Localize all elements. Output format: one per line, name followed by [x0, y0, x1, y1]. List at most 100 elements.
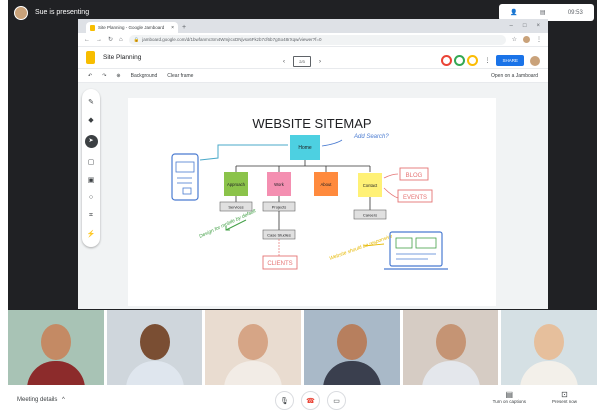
shared-browser-window: Site Planning - Google Jamboard × + – □ …	[78, 19, 548, 309]
participant-tile[interactable]	[8, 310, 104, 385]
more-options-icon[interactable]: ⋮	[484, 57, 490, 64]
new-tab-button[interactable]: +	[182, 23, 186, 33]
window-controls: – □ ×	[510, 23, 548, 29]
tab-bar: Site Planning - Google Jamboard × + – □ …	[78, 19, 548, 33]
next-frame-icon[interactable]: ›	[319, 59, 321, 65]
presenting-text: Sue is presenting	[35, 9, 90, 16]
camera-icon[interactable]: ▭	[327, 391, 346, 410]
clock-time: 09:53	[567, 9, 583, 16]
present-now-label: Present now	[551, 399, 577, 404]
left-margin	[0, 0, 8, 385]
participant-face	[40, 324, 71, 360]
work-label: Work	[274, 182, 285, 187]
people-icon[interactable]: 👤	[510, 9, 517, 16]
select-tool-icon[interactable]: ➤	[84, 134, 98, 148]
collaborator-avatar	[441, 55, 453, 66]
tool-palette: ✎ ◆ ➤ ▢ ▣ ○ ⌗ ⚡	[82, 89, 100, 247]
chevron-up-icon: ^	[62, 396, 65, 403]
back-icon[interactable]: ←	[84, 37, 90, 43]
responsive-note: Website should be responsive	[329, 233, 394, 261]
case-studies-label: Case Studies	[267, 233, 291, 238]
forward-icon[interactable]: →	[96, 37, 102, 43]
sitemap-board[interactable]: WEBSITE SITEMAP Home Add Search? Approac…	[128, 98, 496, 306]
projects-label: Projects	[272, 205, 286, 210]
about-label: About	[321, 182, 333, 187]
services-label: Services	[228, 205, 243, 210]
participant-tiles	[8, 310, 597, 385]
home-icon[interactable]: ⌂	[119, 37, 123, 43]
prev-frame-icon[interactable]: ‹	[283, 59, 285, 65]
jam-title[interactable]: Site Planning	[103, 54, 141, 61]
presenter-avatar	[14, 5, 28, 20]
background-button[interactable]: Background	[131, 73, 158, 79]
participant-face	[238, 324, 269, 360]
pen-tool-icon[interactable]: ✎	[88, 98, 94, 106]
laser-tool-icon[interactable]: ⚡	[87, 230, 96, 238]
end-call-icon[interactable]: ☎	[301, 391, 320, 410]
frame-navigator: ‹ 2/3 ›	[283, 56, 321, 67]
sticky-note-tool-icon[interactable]: ▢	[88, 158, 95, 166]
chat-icon[interactable]: ▤	[540, 9, 546, 16]
mobile-arrow	[199, 144, 288, 161]
meeting-control-bar: Meeting details ^ 🎙 ☎ ▭ ▤ Turn on captio…	[0, 385, 597, 414]
jamboard-header-actions: ⋮ SHARE	[441, 55, 540, 66]
reload-icon[interactable]: ↻	[108, 36, 113, 43]
open-on-jamboard-button[interactable]: Open on a Jamboard	[491, 73, 538, 79]
share-button[interactable]: SHARE	[496, 55, 524, 66]
captions-icon: ▤	[505, 390, 514, 399]
participant-shirt	[125, 361, 184, 385]
clear-frame-button[interactable]: Clear frame	[167, 73, 193, 79]
tab-title: Site Planning - Google Jamboard	[98, 25, 165, 30]
participant-tile[interactable]	[205, 310, 302, 385]
browser-menu-icon[interactable]: ⋮	[536, 36, 542, 43]
participant-face	[435, 324, 466, 360]
jamboard-logo-icon	[86, 51, 95, 64]
participant-face	[139, 324, 170, 360]
microphone-icon[interactable]: 🎙	[275, 391, 294, 410]
participant-shirt	[224, 361, 283, 385]
mobile-note: Design for mobile by default	[198, 208, 257, 240]
secondary-controls: ▤ Turn on captions ⊡ Present now	[493, 390, 577, 404]
maximize-icon[interactable]: □	[523, 23, 527, 29]
captions-button[interactable]: ▤ Turn on captions	[493, 390, 526, 404]
call-controls: 🎙 ☎ ▭	[275, 391, 346, 410]
profile-icon[interactable]	[523, 36, 530, 43]
window-close-icon[interactable]: ×	[536, 23, 540, 29]
eraser-tool-icon[interactable]: ◆	[88, 116, 93, 124]
approach-label: Approach	[227, 182, 246, 187]
participant-face	[336, 324, 367, 360]
participant-tile[interactable]	[501, 310, 597, 385]
minimize-icon[interactable]: –	[510, 23, 513, 29]
participant-tile[interactable]	[106, 310, 203, 385]
meeting-details-button[interactable]: Meeting details ^	[17, 397, 65, 403]
browser-tab[interactable]: Site Planning - Google Jamboard ×	[86, 22, 178, 33]
present-now-icon: ⊡	[561, 390, 568, 399]
lock-icon: 🔒	[133, 36, 140, 42]
image-tool-icon[interactable]: ▣	[88, 176, 95, 184]
undo-icon[interactable]: ↶	[88, 73, 92, 79]
collaborator-avatar	[467, 55, 479, 66]
url-field[interactable]: 🔒 jamboard.google.com/d/1bwfanmcSm4WmjIc…	[128, 34, 506, 45]
zoom-icon[interactable]: ⊕	[116, 73, 120, 79]
participant-face	[534, 324, 565, 360]
redo-icon[interactable]: ↷	[102, 73, 106, 79]
participant-tile[interactable]	[304, 310, 400, 385]
present-now-button[interactable]: ⊡ Present now	[552, 390, 577, 404]
bookmark-star-icon[interactable]: ☆	[512, 36, 517, 43]
clients-label: CLIENTS	[267, 261, 292, 267]
participant-shirt	[26, 361, 85, 385]
laptop-wireframe	[389, 231, 443, 267]
shape-tool-icon[interactable]: ○	[89, 194, 93, 201]
account-avatar[interactable]	[530, 55, 540, 66]
sitemap-title: WEBSITE SITEMAP	[252, 116, 371, 131]
mobile-wireframe	[171, 153, 199, 201]
textbox-tool-icon[interactable]: ⌗	[89, 212, 93, 220]
tab-close-icon[interactable]: ×	[171, 25, 174, 31]
address-bar-row: ← → ↻ ⌂ 🔒 jamboard.google.com/d/1bwfanmc…	[78, 33, 548, 47]
mobile-wireframe-block	[175, 161, 195, 173]
sitemap-drawing: WEBSITE SITEMAP Home Add Search? Approac…	[171, 116, 448, 270]
frame-indicator[interactable]: 2/3	[293, 56, 311, 67]
participant-shirt	[421, 361, 480, 385]
participant-tile[interactable]	[402, 310, 499, 385]
blog-label: BLOG	[406, 173, 423, 179]
